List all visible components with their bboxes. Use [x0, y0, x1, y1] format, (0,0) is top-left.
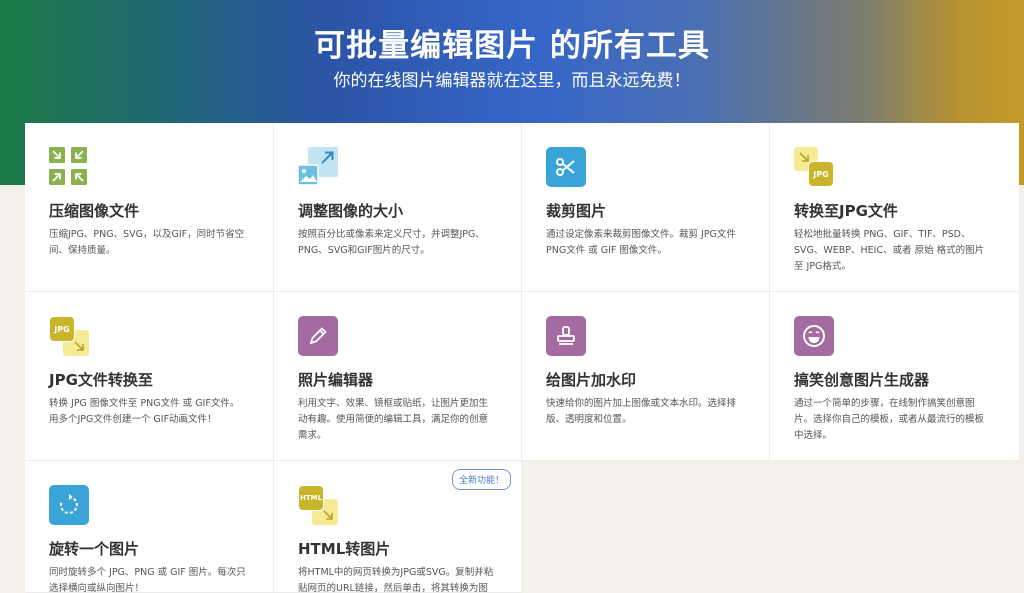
tool-card-compress[interactable]: 压缩图像文件压缩JPG、PNG、SVG，以及GIF，同时节省空间、保持质量。	[25, 123, 274, 292]
pencil-icon	[298, 316, 338, 356]
tool-description: 同时旋转多个 JPG、PNG 或 GIF 图片。每次只选择横向或纵向图片！	[49, 567, 246, 593]
tool-description: 转换 JPG 图像文件至 PNG文件 或 GIF文件。用多个JPG文件创建一个 …	[49, 398, 240, 425]
tool-title: HTML转图片	[298, 540, 391, 558]
tool-description: 轻松地批量转换 PNG、GIF、TIF、PSD、SVG、WEBP、HEIC、或者…	[794, 229, 985, 272]
tool-card-pencil[interactable]: 照片编辑器利用文字、效果、镜框或贴纸，让图片更加生动有趣。使用简便的编辑工具，满…	[274, 292, 522, 461]
rotate-icon	[49, 485, 89, 525]
jpg-from-icon: JPG	[49, 316, 89, 356]
tool-title: 压缩图像文件	[49, 202, 140, 220]
meme-face-icon	[794, 316, 834, 356]
tools-grid: 压缩图像文件压缩JPG、PNG、SVG，以及GIF，同时节省空间、保持质量。 调…	[25, 123, 1019, 593]
tool-card-jpg-from[interactable]: JPG JPG文件转换至转换 JPG 图像文件至 PNG文件 或 GIF文件。用多…	[25, 292, 274, 461]
page-title: 可批量编辑图片 的所有工具	[314, 28, 710, 64]
tool-card-html-convert[interactable]: HTML HTML转图片将HTML中的网页转换为JPG或SVG。复制并粘贴网页的U…	[274, 461, 522, 593]
stamp-icon	[546, 316, 586, 356]
tool-card-meme-face[interactable]: 搞笑创意图片生成器通过一个简单的步骤，在线制作搞笑创意图片。选择你自己的模板，或…	[770, 292, 1019, 461]
tool-title: 照片编辑器	[298, 371, 374, 389]
tool-title: 转换至JPG文件	[794, 202, 898, 220]
html-convert-icon: HTML	[298, 485, 338, 525]
empty-cell	[522, 461, 770, 593]
tool-description: 快速给你的图片加上图像或文本水印。选择排版、透明度和位置。	[546, 398, 737, 425]
empty-cell	[770, 461, 1019, 593]
new-feature-badge: 全新功能！	[451, 469, 511, 490]
jpg-convert-icon: JPG	[794, 147, 834, 187]
tool-title: 调整图像的大小	[298, 202, 404, 220]
compress-icon	[49, 147, 89, 187]
page-subtitle: 你的在线图片编辑器就在这里，而且永远免费！	[333, 71, 691, 91]
tool-description: 通过设定像素来裁剪图像文件。裁剪 JPG文件 PNG文件 或 GIF 图像文件。	[546, 229, 736, 256]
tool-description: 压缩JPG、PNG、SVG，以及GIF，同时节省空间、保持质量。	[49, 229, 245, 256]
tool-description: 通过一个简单的步骤，在线制作搞笑创意图片。选择你自己的模板，或者从最流行的模板中…	[794, 398, 985, 441]
tool-title: 给图片加水印	[546, 371, 637, 389]
tool-title: 裁剪图片	[546, 202, 607, 220]
tool-description: 将HTML中的网页转换为JPG或SVG。复制并粘贴网页的URL链接，然后单击，将…	[298, 567, 494, 593]
tool-card-scissors[interactable]: 裁剪图片通过设定像素来裁剪图像文件。裁剪 JPG文件 PNG文件 或 GIF 图…	[522, 123, 770, 292]
tool-title: 搞笑创意图片生成器	[794, 371, 930, 389]
tool-card-jpg-convert[interactable]: JPG 转换至JPG文件轻松地批量转换 PNG、GIF、TIF、PSD、SVG、W…	[770, 123, 1019, 292]
tool-card-stamp[interactable]: 给图片加水印快速给你的图片加上图像或文本水印。选择排版、透明度和位置。	[522, 292, 770, 461]
scissors-icon	[546, 147, 586, 187]
tool-description: 按照百分比或像素来定义尺寸，并调整JPG、PNG、SVG和GIF图片的尺寸。	[298, 229, 485, 256]
tool-card-rotate[interactable]: 旋转一个图片同时旋转多个 JPG、PNG 或 GIF 图片。每次只选择横向或纵向…	[25, 461, 274, 593]
tool-title: JPG文件转换至	[49, 371, 153, 389]
tool-title: 旋转一个图片	[49, 540, 140, 558]
tool-description: 利用文字、效果、镜框或贴纸，让图片更加生动有趣。使用简便的编辑工具，满足你的创意…	[298, 398, 489, 441]
resize-icon	[297, 147, 338, 187]
tool-card-resize[interactable]: 调整图像的大小按照百分比或像素来定义尺寸，并调整JPG、PNG、SVG和GIF图…	[274, 123, 522, 292]
